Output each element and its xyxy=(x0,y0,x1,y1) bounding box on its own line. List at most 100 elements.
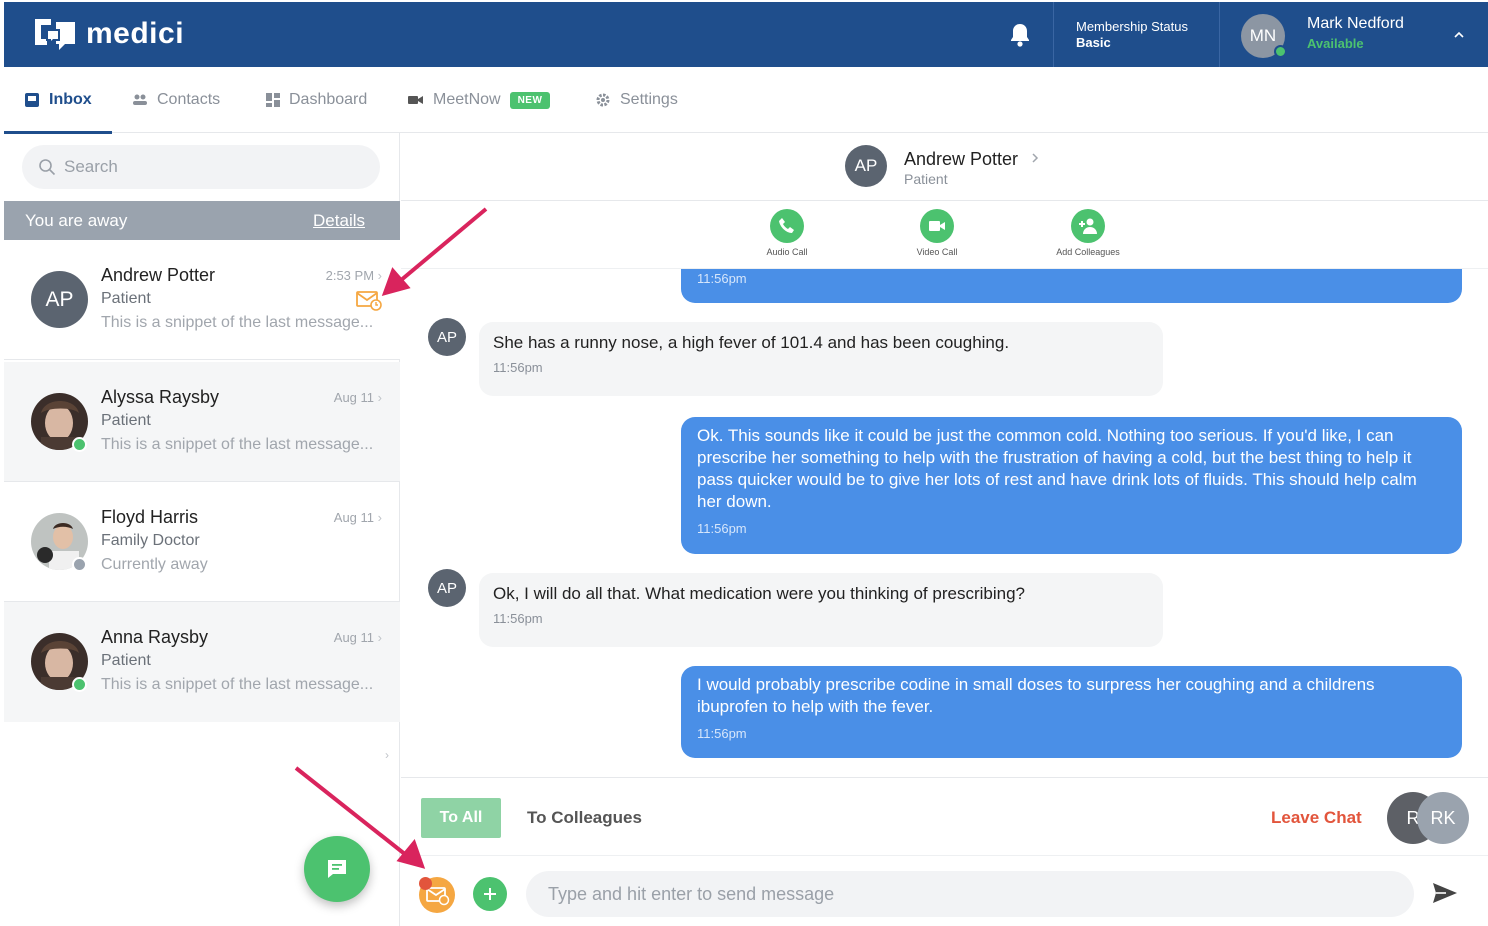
message-text: She has a runny nose, a high fever of 10… xyxy=(493,333,1010,352)
main-nav: Inbox Contacts Dashboard MeetNow NEW Set… xyxy=(4,67,1488,134)
chevron-right-icon: › xyxy=(377,510,382,525)
tab-inbox[interactable]: Inbox xyxy=(4,67,112,134)
add-attachment-button[interactable] xyxy=(473,877,507,911)
participant-avatar[interactable]: RK xyxy=(1417,792,1469,844)
medici-logo-icon xyxy=(35,19,75,50)
to-all-button[interactable]: To All xyxy=(421,798,501,838)
message-input[interactable]: Type and hit enter to send message xyxy=(526,871,1414,917)
user-avatar[interactable]: MN xyxy=(1241,14,1287,58)
message-bubble-outgoing: Ok. This sounds like it could be just th… xyxy=(681,417,1462,554)
message-snippet: This is a snippet of the last message... xyxy=(101,436,374,453)
message-snippet: This is a snippet of the last message... xyxy=(101,676,374,693)
call-actions: Audio Call Video Call Add Colleagues xyxy=(401,201,1488,269)
tab-label: Dashboard xyxy=(289,91,368,108)
header-divider xyxy=(1053,2,1054,67)
notification-dot xyxy=(419,877,432,890)
dashboard-icon xyxy=(266,93,280,107)
away-text: You are away xyxy=(25,210,128,230)
send-icon[interactable] xyxy=(1431,881,1459,905)
message-time: Aug 11 › xyxy=(334,510,382,525)
user-status: Available xyxy=(1307,36,1364,51)
message-time: Aug 11 › xyxy=(334,630,382,645)
user-name: Mark Nedford xyxy=(1307,15,1404,32)
contact-role: Patient xyxy=(101,412,151,429)
details-link[interactable]: Details xyxy=(313,211,365,231)
tab-label: Settings xyxy=(620,91,678,108)
notification-bell-icon[interactable] xyxy=(1008,22,1032,48)
tab-contacts[interactable]: Contacts xyxy=(132,67,220,133)
leave-chat-button[interactable]: Leave Chat xyxy=(1271,808,1362,828)
new-message-button[interactable] xyxy=(304,836,370,902)
chat-contact-name: Andrew Potter xyxy=(904,149,1019,169)
message-bubble-outgoing: I would probably prescribe codine in sma… xyxy=(681,666,1462,758)
message-time: 11:56pm xyxy=(697,726,747,741)
time-text: Aug 11 xyxy=(333,510,375,525)
message-time: 11:56pm xyxy=(493,611,543,626)
message-bubble-incoming: Ok, I will do all that. What medication … xyxy=(479,573,1163,647)
top-bar: medici Membership Status Basic MN Mark N… xyxy=(4,2,1488,67)
contacts-icon xyxy=(133,94,147,105)
app-window: medici Membership Status Basic MN Mark N… xyxy=(4,2,1488,926)
search-placeholder: Search xyxy=(64,157,118,176)
conversation-item[interactable]: Alyssa Raysby Patient This is a snippet … xyxy=(4,362,400,482)
participant-initials: RK xyxy=(1430,807,1456,828)
contact-role: Patient xyxy=(101,290,151,307)
user-status-dot xyxy=(1274,45,1287,58)
contact-role: Family Doctor xyxy=(101,532,200,549)
conversation-item[interactable]: Anna Raysby Patient This is a snippet of… xyxy=(4,602,400,722)
chat-panel: AP Andrew Potter Patient Audio Call Vide… xyxy=(401,133,1488,926)
avatar-initials: AP xyxy=(854,156,878,175)
scheduled-message-button[interactable] xyxy=(419,877,455,913)
chat-bubble-icon xyxy=(328,860,346,878)
chevron-right-icon: › xyxy=(377,268,382,283)
add-colleagues-button[interactable]: Add Colleagues xyxy=(1043,209,1133,257)
new-badge: NEW xyxy=(509,91,551,109)
conversation-list-panel: Search You are away Details AP Andrew Po… xyxy=(4,133,400,926)
chat-header[interactable]: AP Andrew Potter Patient xyxy=(401,133,1488,201)
brand-logo[interactable]: medici xyxy=(32,16,184,52)
message-time: Aug 11 › xyxy=(334,390,382,405)
header-divider xyxy=(1219,2,1220,67)
conversation-item[interactable]: AP Andrew Potter Patient This is a snipp… xyxy=(4,240,400,360)
phone-icon xyxy=(779,218,794,233)
reply-mode-bar: To All To Colleagues Leave Chat R RK xyxy=(401,777,1488,855)
tab-label: Inbox xyxy=(49,91,92,108)
search-input[interactable]: Search xyxy=(22,145,380,189)
audio-call-button[interactable]: Audio Call xyxy=(742,209,832,257)
chevron-right-icon: › xyxy=(377,630,382,645)
membership-value: Basic xyxy=(1076,35,1111,50)
online-status-dot xyxy=(72,437,87,452)
tab-dashboard[interactable]: Dashboard xyxy=(266,67,367,133)
away-status-bar: You are away Details xyxy=(4,201,400,240)
message-bubble-outgoing: 11:56pm xyxy=(681,269,1462,303)
contact-name: Andrew Potter xyxy=(101,265,216,285)
avatar: AP xyxy=(845,145,887,187)
chevron-right-icon xyxy=(1032,153,1039,163)
avatar-initials: AP xyxy=(436,328,457,346)
message-snippet: Currently away xyxy=(101,556,208,573)
brand-name: medici xyxy=(86,17,185,50)
contact-name: Alyssa Raysby xyxy=(101,387,220,407)
gear-icon xyxy=(596,93,610,107)
message-text: Ok. This sounds like it could be just th… xyxy=(697,426,1417,511)
scheduled-mail-icon xyxy=(426,887,450,906)
message-time: 2:53 PM › xyxy=(326,268,382,283)
tab-meetnow[interactable]: MeetNow NEW xyxy=(408,67,551,133)
inbox-icon xyxy=(25,93,39,107)
add-person-icon xyxy=(1079,218,1097,234)
message-thread: 11:56pm AP She has a runny nose, a high … xyxy=(401,269,1488,777)
message-text: I would probably prescribe codine in sma… xyxy=(697,675,1375,716)
membership-label: Membership Status xyxy=(1076,19,1188,34)
video-call-button[interactable]: Video Call xyxy=(892,209,982,257)
tab-settings[interactable]: Settings xyxy=(595,67,678,133)
message-snippet: This is a snippet of the last message... xyxy=(101,314,374,331)
message-time: 11:56pm xyxy=(697,521,747,536)
membership-status: Membership Status Basic xyxy=(1076,19,1188,51)
to-colleagues-button[interactable]: To Colleagues xyxy=(527,808,642,828)
conversation-item[interactable]: Floyd Harris Family Doctor Currently awa… xyxy=(4,482,400,602)
tab-label: MeetNow xyxy=(433,91,501,108)
avatar: AP xyxy=(31,271,88,328)
message-time: 11:56pm xyxy=(493,360,543,375)
tab-label: Contacts xyxy=(157,91,221,108)
chevron-up-icon[interactable] xyxy=(1452,28,1466,42)
